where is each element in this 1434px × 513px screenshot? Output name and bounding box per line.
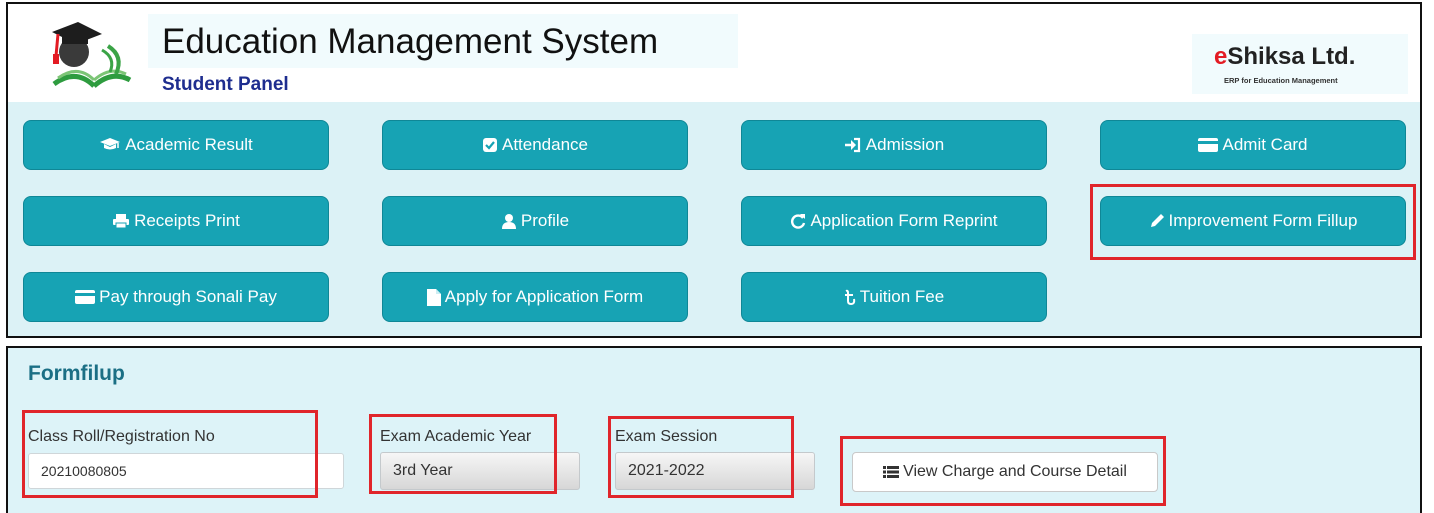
receipts-print-button[interactable]: Receipts Print (23, 196, 329, 246)
highlight-box (608, 416, 794, 498)
apply-for-application-form-button[interactable]: Apply for Application Form (382, 272, 688, 322)
nav-label: Application Form Reprint (810, 211, 998, 230)
pay-through-sonali-pay-button[interactable]: Pay through Sonali Pay (23, 272, 329, 322)
highlight-box (1090, 184, 1416, 260)
application-form-reprint-button[interactable]: Application Form Reprint (741, 196, 1047, 246)
user-icon (501, 213, 517, 229)
highlight-box (840, 436, 1166, 506)
app-title: Education Management System (162, 22, 659, 61)
brand-tagline: ERP for Education Management (1224, 76, 1338, 85)
nav-label: Admit Card (1222, 135, 1308, 154)
sign-in-icon (844, 137, 862, 153)
check-square-icon (482, 137, 498, 153)
nav-label: Admission (865, 135, 945, 154)
admit-card-button[interactable]: Admit Card (1100, 120, 1406, 170)
nav-label: Attendance (501, 135, 588, 154)
credit-card-icon (1198, 138, 1219, 152)
formfilup-panel: Formfilup Class Roll/Registration No Exa… (6, 346, 1422, 513)
nav-label: Pay through Sonali Pay (99, 287, 277, 306)
nav-label: Profile (520, 211, 570, 230)
logo-icon (52, 22, 132, 88)
nav-label: Receipts Print (134, 211, 240, 230)
credit-card-icon (75, 290, 96, 304)
student-panel: Education Management System Student Pane… (6, 2, 1422, 338)
print-icon (112, 213, 130, 229)
highlight-box (22, 410, 318, 498)
profile-button[interactable]: Profile (382, 196, 688, 246)
nav-label: Tuition Fee (859, 287, 945, 306)
file-icon (426, 288, 441, 306)
nav-label: Academic Result (125, 135, 253, 154)
panel-subtitle: Student Panel (162, 74, 289, 95)
admission-button[interactable]: Admission (741, 120, 1047, 170)
tuition-fee-button[interactable]: Tuition Fee (741, 272, 1047, 322)
section-title: Formfilup (28, 362, 125, 385)
header: Education Management System Student Pane… (8, 4, 1420, 102)
academic-result-button[interactable]: Academic Result (23, 120, 329, 170)
graduation-cap-icon (99, 137, 121, 153)
attendance-button[interactable]: Attendance (382, 120, 688, 170)
taka-icon (844, 289, 856, 305)
brand-name: eShiksa Ltd. (1214, 43, 1356, 70)
brand-logo: eShiksa Ltd. ERP for Education Managemen… (1192, 34, 1408, 94)
highlight-box (369, 414, 557, 494)
refresh-icon (790, 213, 806, 229)
nav-label: Apply for Application Form (444, 287, 644, 306)
